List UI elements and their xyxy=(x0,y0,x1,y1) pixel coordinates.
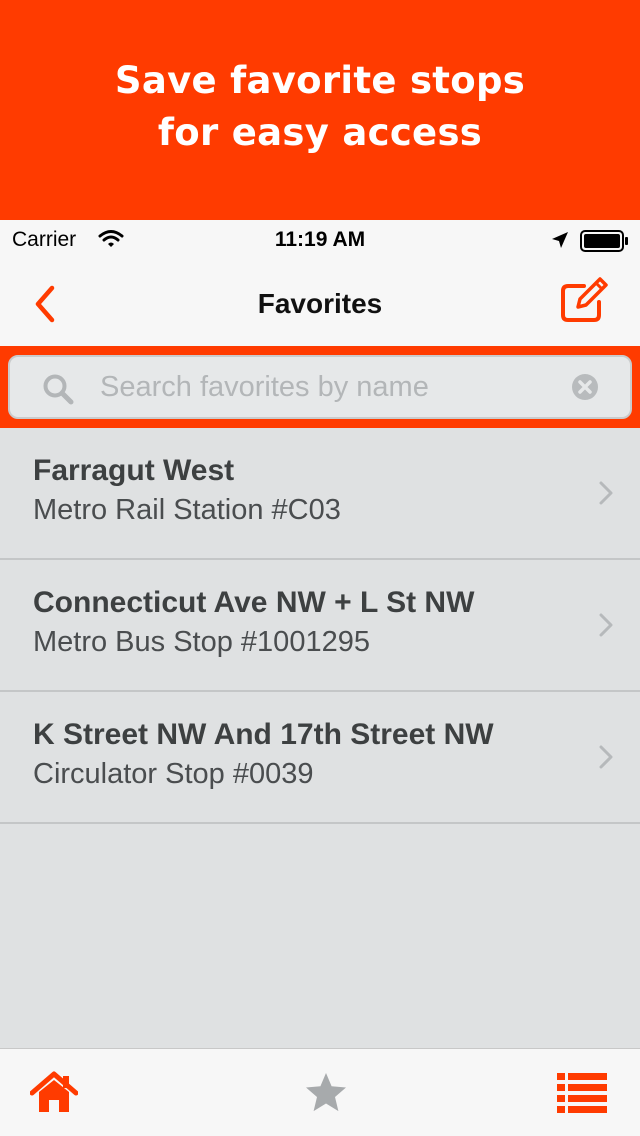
promo-line-1: Save favorite stops xyxy=(114,59,526,102)
chevron-right-icon xyxy=(598,744,614,775)
favorite-name: K Street NW And 17th Street NW xyxy=(33,718,494,751)
tab-home[interactable] xyxy=(28,1067,80,1119)
compose-icon xyxy=(561,277,608,322)
favorite-row[interactable]: K Street NW And 17th Street NW Circulato… xyxy=(0,692,640,824)
favorite-name: Connecticut Ave NW + L St NW xyxy=(33,586,475,619)
favorite-name: Farragut West xyxy=(33,454,235,487)
favorite-detail: Metro Rail Station #C03 xyxy=(33,494,341,526)
promo-line-2: for easy access xyxy=(157,111,483,154)
tab-list[interactable] xyxy=(556,1067,608,1119)
status-time: 11:19 AM xyxy=(274,228,366,251)
navigation-bar: Favorites xyxy=(0,260,640,346)
tab-bar xyxy=(0,1048,640,1136)
tab-favorites[interactable] xyxy=(300,1067,352,1119)
clear-search-button[interactable] xyxy=(570,372,600,402)
star-icon xyxy=(306,1073,346,1112)
promo-banner: Save favorite stops for easy access xyxy=(0,0,640,220)
search-field[interactable] xyxy=(8,355,632,419)
edit-button[interactable] xyxy=(558,276,614,326)
page-title: Favorites xyxy=(257,288,383,319)
search-input[interactable] xyxy=(100,367,560,407)
battery-icon xyxy=(580,230,630,257)
search-bar xyxy=(0,346,640,428)
chevron-right-icon xyxy=(598,480,614,511)
favorites-list: Farragut West Metro Rail Station #C03 Co… xyxy=(0,428,640,824)
home-icon xyxy=(30,1071,78,1112)
list-icon xyxy=(557,1073,607,1113)
location-arrow-icon xyxy=(550,230,570,255)
favorite-detail: Metro Bus Stop #1001295 xyxy=(33,626,370,658)
favorite-row[interactable]: Farragut West Metro Rail Station #C03 xyxy=(0,428,640,560)
favorite-row[interactable]: Connecticut Ave NW + L St NW Metro Bus S… xyxy=(0,560,640,692)
chevron-right-icon xyxy=(598,612,614,643)
status-bar: Carrier 11:19 AM xyxy=(0,220,640,260)
search-icon xyxy=(42,373,76,412)
favorite-detail: Circulator Stop #0039 xyxy=(33,758,314,790)
clear-icon xyxy=(572,374,598,400)
